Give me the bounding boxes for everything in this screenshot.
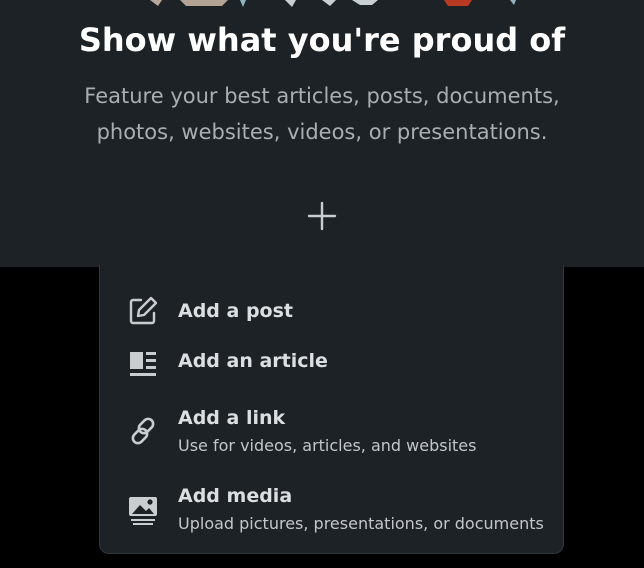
pencil-square-icon <box>126 294 160 328</box>
menu-item-description: Use for videos, articles, and websites <box>178 436 477 455</box>
menu-item-add-link[interactable]: Add a link Use for videos, articles, and… <box>100 395 563 465</box>
page-title: Show what you're proud of <box>78 21 566 59</box>
add-featured-button[interactable] <box>298 192 346 240</box>
plus-icon <box>307 201 337 231</box>
page: Show what you're proud of Feature your b… <box>0 0 644 568</box>
menu-item-title: Add a post <box>178 300 294 322</box>
menu-item-add-media[interactable]: Add media Upload pictures, presentations… <box>100 473 563 543</box>
image-icon <box>126 493 160 527</box>
link-icon <box>126 414 160 448</box>
menu-item-add-post[interactable]: Add a post <box>100 275 563 331</box>
featured-section: Show what you're proud of Feature your b… <box>0 0 644 267</box>
page-subtitle: Feature your best articles, posts, docum… <box>84 84 560 144</box>
menu-item-title: Add an article <box>178 350 328 372</box>
menu-item-description: Upload pictures, presentations, or docum… <box>178 514 544 533</box>
menu-item-add-article[interactable]: Add an article <box>100 335 563 391</box>
menu-item-title: Add a link <box>178 407 286 429</box>
article-icon <box>126 347 160 381</box>
menu-item-title: Add media <box>178 485 293 507</box>
add-featured-menu: Add a post Add an article Add a link Use… <box>99 265 564 554</box>
illustration-image <box>150 0 516 7</box>
